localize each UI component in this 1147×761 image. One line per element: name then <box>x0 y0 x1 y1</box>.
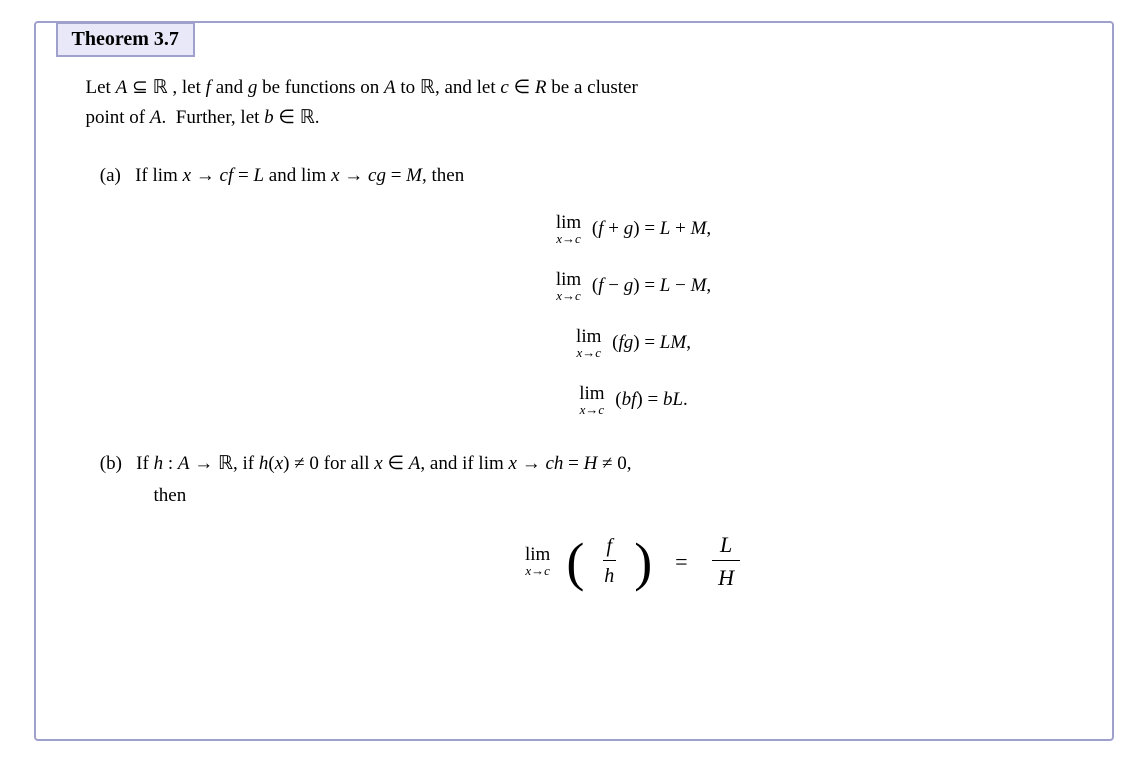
rhs-numerator: L <box>712 532 740 561</box>
intro-line1: Let A ⊆ ℝ , let f and g be functions on … <box>86 77 638 98</box>
eq-fg-sum: lim x→c (f + g) = L + M, <box>556 212 711 247</box>
part-a-label: (a) If lim x → cf = L and lim x → cg = M… <box>86 161 1062 191</box>
lim-frac: lim x→c <box>525 544 550 579</box>
intro-paragraph: Let A ⊆ ℝ , let f and g be functions on … <box>86 73 1062 134</box>
left-paren: ( <box>566 535 584 589</box>
eq-fg-prod: lim x→c (fg) = LM, <box>576 326 691 361</box>
part-a-marker: (a) <box>100 165 121 186</box>
theorem-body: Let A ⊆ ℝ , let f and g be functions on … <box>36 23 1112 662</box>
part-b: (b) If h : A → ℝ, if h(x) ≠ 0 for all x … <box>86 448 1062 592</box>
lim-fg-diff: lim x→c <box>556 269 581 304</box>
rhs-denominator: H <box>710 563 742 591</box>
lim-bf: lim x→c <box>579 383 604 418</box>
part-b-condition: (b) If h : A → ℝ, if h(x) ≠ 0 for all x … <box>86 448 1062 513</box>
theorem-title-text: Theorem 3.7 <box>72 28 179 50</box>
part-b-text-content: If h : A → ℝ, if h(x) ≠ 0 for all x ∈ A,… <box>136 453 631 474</box>
theorem-title: Theorem 3.7 <box>56 22 195 57</box>
eq-fg-diff: lim x→c (f − g) = L − M, <box>556 269 711 304</box>
equals-sign: = <box>668 549 694 575</box>
fraction-denominator: h <box>600 563 618 588</box>
intro-line2: point of A. Further, let b ∈ ℝ. <box>86 107 320 128</box>
eq-bf: lim x→c (bf) = bL. <box>579 383 688 418</box>
part-b-equation: lim x→c ( f h ) = L H <box>206 532 1062 591</box>
lim-fg-prod: lim x→c <box>576 326 601 361</box>
lim-fg-sum: lim x→c <box>556 212 581 247</box>
part-b-marker: (b) <box>100 453 122 474</box>
part-a-condition: If lim x → cf = L and lim x → cg = M, th… <box>135 165 464 186</box>
part-b-then: then <box>86 485 187 506</box>
fraction-numerator: f <box>603 535 617 561</box>
part-a: (a) If lim x → cf = L and lim x → cg = M… <box>86 161 1062 417</box>
part-a-equations: lim x→c (f + g) = L + M, lim x→c (f − g)… <box>206 212 1062 418</box>
fraction-lh: L H <box>710 532 742 591</box>
right-paren: ) <box>634 535 652 589</box>
theorem-container: Theorem 3.7 Let A ⊆ ℝ , let f and g be f… <box>34 21 1114 741</box>
fraction-fh: f h <box>600 535 618 588</box>
